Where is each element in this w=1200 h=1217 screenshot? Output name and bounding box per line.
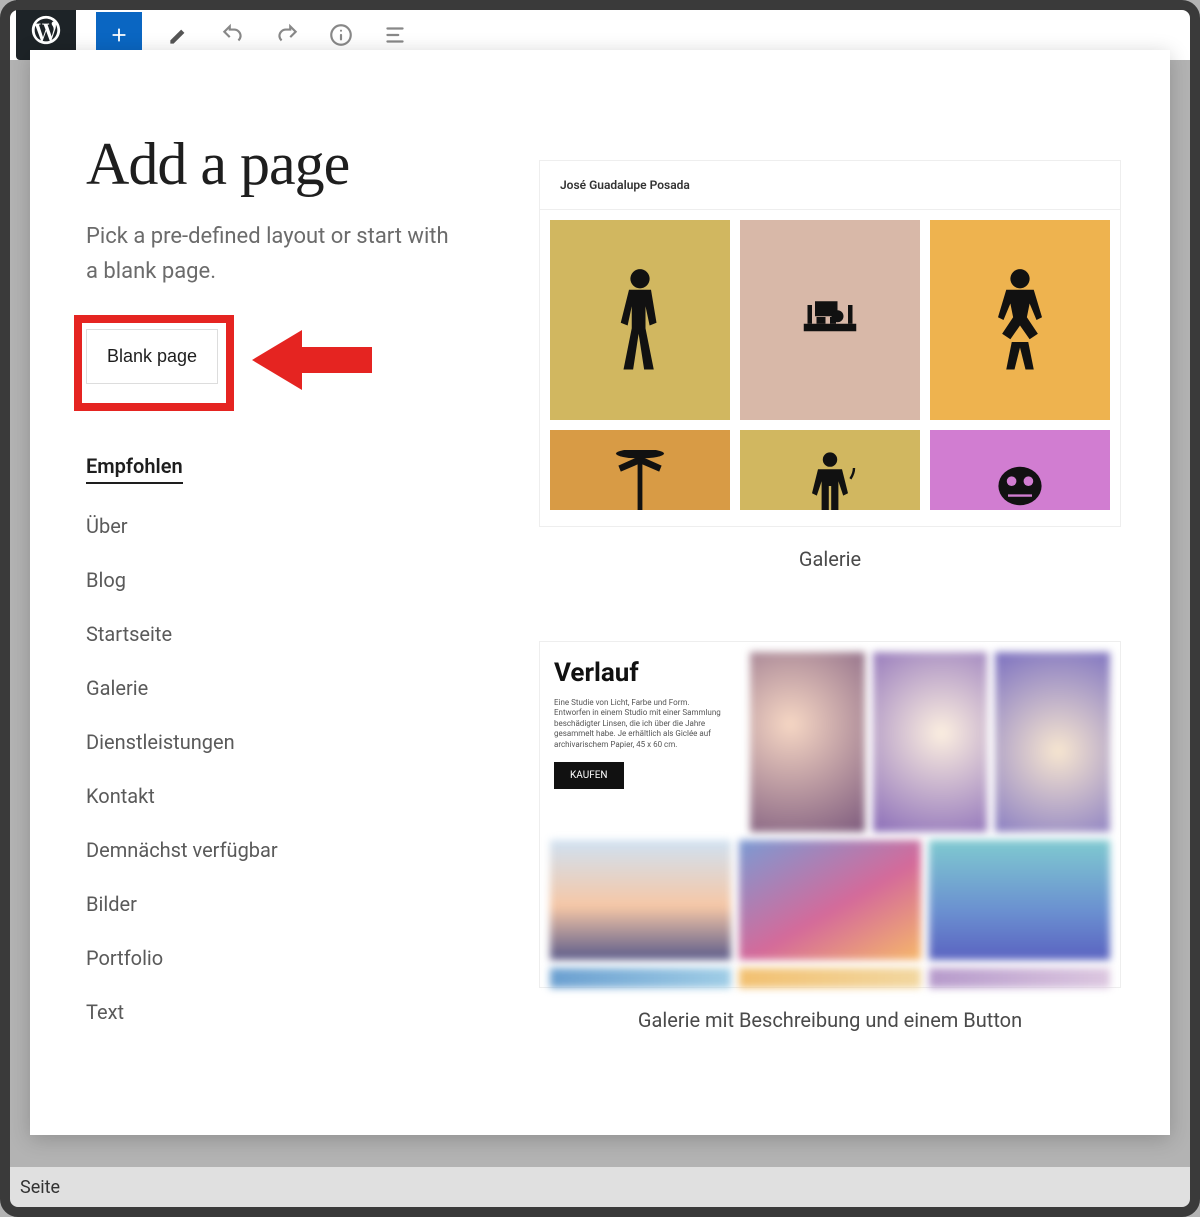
info-icon[interactable] [324,18,358,52]
modal-subtitle: Pick a pre-defined layout or start with … [86,219,466,289]
category-item-uber[interactable]: Über [86,514,470,538]
redo-icon[interactable] [270,18,304,52]
blank-page-button[interactable]: Blank page [86,329,218,384]
template-galerie-beschreibung[interactable]: Verlauf Eine Studie von Licht, Farbe und… [530,641,1130,1032]
template-thumbnail: Verlauf Eine Studie von Licht, Farbe und… [539,641,1121,988]
category-item-galerie[interactable]: Galerie [86,676,470,700]
annotation-arrow-icon [252,325,372,395]
category-item-portfolio[interactable]: Portfolio [86,946,470,970]
category-item-empfohlen[interactable]: Empfohlen [86,454,183,484]
template-thumbnail: José Guadalupe Posada [539,160,1121,527]
thumbnail-body: Eine Studie von Licht, Farbe und Form. E… [554,698,726,750]
category-item-dienstleistungen[interactable]: Dienstleistungen [86,730,470,754]
category-item-bilder[interactable]: Bilder [86,892,470,916]
category-item-text[interactable]: Text [86,1000,470,1024]
modal-title: Add a page [86,130,470,199]
page-status-text: Seite [20,1177,60,1198]
undo-icon[interactable] [216,18,250,52]
outline-icon[interactable] [378,18,412,52]
category-item-kontakt[interactable]: Kontakt [86,784,470,808]
category-item-startseite[interactable]: Startseite [86,622,470,646]
page-status: Seite [10,1167,1190,1207]
template-galerie[interactable]: José Guadalupe Posada Galerie [530,160,1130,571]
category-list: Empfohlen Über Blog Startseite Galerie D… [86,454,470,1024]
category-item-blog[interactable]: Blog [86,568,470,592]
thumbnail-button: KAUFEN [554,762,624,789]
edit-icon[interactable] [162,18,196,52]
template-label: Galerie [799,547,861,571]
template-label: Galerie mit Beschreibung und einem Butto… [638,1008,1022,1032]
thumbnail-heading: José Guadalupe Posada [540,161,1120,210]
category-item-demnachst[interactable]: Demnächst verfügbar [86,838,470,862]
thumbnail-heading: Verlauf [554,658,726,688]
add-page-modal: Add a page Pick a pre-defined layout or … [30,50,1170,1135]
